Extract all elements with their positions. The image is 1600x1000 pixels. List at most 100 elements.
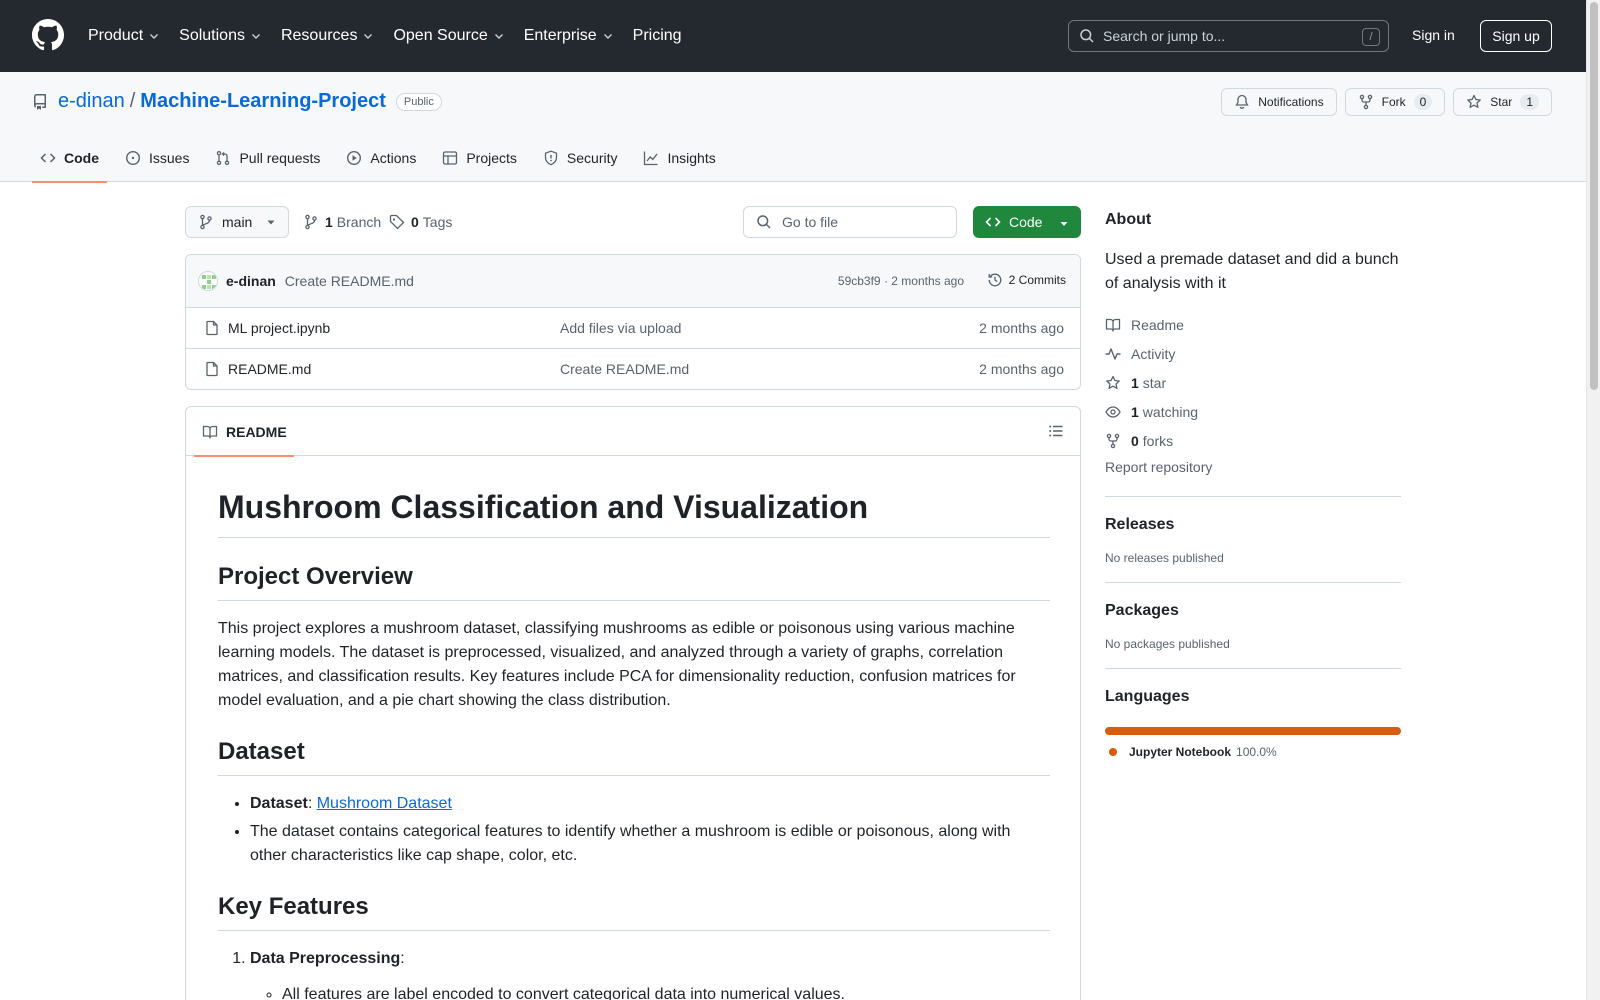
dataset-colon: : (307, 795, 313, 812)
nav-enterprise[interactable]: Enterprise (524, 20, 614, 52)
notifications-button[interactable]: Notifications (1221, 88, 1337, 116)
overview-paragraph: This project explores a mushroom dataset… (218, 620, 1016, 709)
branches-link[interactable]: 1 Branch (303, 206, 381, 238)
tags-link[interactable]: 0 Tags (389, 206, 452, 238)
file-commit-message[interactable]: Create README.md (560, 361, 689, 377)
list-item: The dataset contains categorical feature… (250, 820, 1050, 868)
tab-insights[interactable]: Insights (635, 134, 723, 182)
github-logo-icon[interactable] (32, 19, 64, 51)
file-name-link[interactable]: README.md (228, 361, 311, 377)
file-icon (206, 361, 218, 377)
forks-link[interactable]: 0 forks (1105, 426, 1401, 455)
list-item: All features are label encoded to conver… (282, 983, 1050, 1000)
star-icon (1106, 375, 1120, 389)
readme-link-label: Readme (1131, 316, 1184, 333)
nav-pricing[interactable]: Pricing (633, 20, 682, 52)
search-placeholder: Search or jump to... (1103, 28, 1226, 44)
sign-in-link[interactable]: Sign in (1412, 27, 1455, 43)
nav-solutions[interactable]: Solutions (179, 20, 262, 52)
report-repository-link[interactable]: Report repository (1105, 459, 1401, 479)
readme-content: Mushroom Classification and Visualizatio… (218, 487, 1050, 1000)
releases-heading[interactable]: Releases (1105, 513, 1401, 537)
tab-code[interactable]: Code (32, 134, 107, 183)
nav-label: Solutions (179, 27, 245, 44)
repo-title: e-dinan / Machine-Learning-Project Publi… (32, 90, 442, 113)
commit-message-link[interactable]: Create README.md (285, 273, 414, 289)
file-row[interactable]: ML project.ipynb Add files via upload 2 … (186, 308, 1080, 349)
repo-tabs: Code Issues Pull requests Actions Projec… (32, 134, 734, 183)
commits-history-link[interactable]: 2 Commits (987, 272, 1066, 288)
tab-label: Security (566, 150, 618, 166)
file-row[interactable]: README.md Create README.md 2 months ago (186, 349, 1080, 389)
list-item: Dataset: Mushroom Dataset (250, 792, 1050, 816)
play-icon (347, 150, 362, 166)
star-count: 1 (1520, 94, 1539, 110)
about-links: Readme Activity 1 star 1 watching 0 fork… (1105, 310, 1401, 479)
tab-label: Code (64, 150, 99, 166)
stars-count: 1 (1131, 374, 1139, 391)
features-list: Data Preprocessing: All features are lab… (218, 947, 1050, 1000)
tab-label: Issues (149, 150, 190, 166)
fork-icon (1106, 433, 1120, 448)
identicon-icon (202, 275, 216, 289)
branch-select-button[interactable]: main (185, 206, 289, 238)
branch-label: Branch (336, 214, 382, 230)
language-name: Jupyter Notebook (1129, 745, 1232, 759)
commit-hash-time[interactable]: 59cb3f9 · 2 months ago (838, 274, 964, 288)
packages-heading[interactable]: Packages (1105, 599, 1401, 623)
chevron-down-icon (150, 34, 159, 39)
language-percent: 100.0% (1236, 745, 1277, 759)
tab-issues[interactable]: Issues (117, 134, 197, 182)
sidebar-divider (1105, 668, 1401, 669)
avatar[interactable] (198, 271, 218, 291)
code-dropdown-button[interactable]: Code (973, 206, 1081, 238)
go-to-file-input[interactable]: Go to file (743, 206, 957, 238)
repo-owner-link[interactable]: e-dinan (58, 90, 125, 113)
dataset-link[interactable]: Mushroom Dataset (317, 795, 452, 812)
repo-path-separator: / (129, 90, 136, 112)
nav-open-source[interactable]: Open Source (393, 20, 504, 52)
tab-readme[interactable]: README (194, 407, 294, 457)
releases-empty-text: No releases published (1105, 551, 1224, 565)
nav-label: Pricing (632, 27, 682, 44)
tab-security[interactable]: Security (535, 134, 626, 182)
feature-colon: : (400, 950, 405, 967)
file-commit-message[interactable]: Add files via upload (560, 320, 681, 336)
language-legend-item[interactable]: Jupyter Notebook 100.0% (1105, 745, 1401, 759)
global-search-input[interactable]: Search or jump to... / (1068, 20, 1389, 52)
readme-tab-label: README (226, 423, 287, 440)
file-name-link[interactable]: ML project.ipynb (228, 320, 330, 336)
scrollbar-thumb[interactable] (1590, 2, 1598, 390)
fork-button[interactable]: Fork 0 (1344, 88, 1446, 116)
language-bar (1105, 727, 1401, 735)
nav-label: Open Source (393, 27, 488, 44)
about-heading: About (1105, 211, 1152, 228)
star-label: Star (1490, 95, 1513, 109)
activity-link[interactable]: Activity (1105, 339, 1401, 368)
table-icon (443, 151, 458, 165)
page-scrollbar[interactable] (1586, 0, 1600, 1000)
nav-product[interactable]: Product (88, 20, 160, 52)
readme-panel: README Mushroom Classification and Visua… (185, 406, 1081, 1000)
stars-link[interactable]: 1 star (1105, 368, 1401, 397)
tab-projects[interactable]: Projects (434, 134, 525, 182)
watchers-link[interactable]: 1 watching (1105, 397, 1401, 426)
tab-actions[interactable]: Actions (338, 134, 424, 182)
repo-header: e-dinan / Machine-Learning-Project Publi… (0, 72, 1586, 183)
global-nav: Product Solutions Resources Open Source … (88, 0, 701, 72)
sign-up-button[interactable]: Sign up (1480, 20, 1552, 52)
latest-commit-row: e-dinan Create README.md 59cb3f9 · 2 mon… (186, 255, 1080, 308)
shield-icon (544, 150, 558, 166)
repo-sidebar: About Used a premade dataset and did a b… (1105, 206, 1401, 759)
list-item: Data Preprocessing: All features are lab… (250, 947, 1050, 1000)
chevron-down-icon (364, 34, 373, 39)
repo-name-link[interactable]: Machine-Learning-Project (140, 90, 386, 113)
star-button[interactable]: Star 1 (1453, 88, 1552, 116)
commit-author-link[interactable]: e-dinan (226, 273, 276, 289)
section-heading: Project Overview (218, 562, 1050, 601)
code-toolbar: main 1 Branch 0 Tags Go to file Code (185, 206, 1081, 238)
readme-link[interactable]: Readme (1105, 310, 1401, 339)
outline-list-icon[interactable] (1048, 423, 1064, 439)
tab-pull-requests[interactable]: Pull requests (207, 134, 328, 182)
nav-resources[interactable]: Resources (281, 20, 374, 52)
